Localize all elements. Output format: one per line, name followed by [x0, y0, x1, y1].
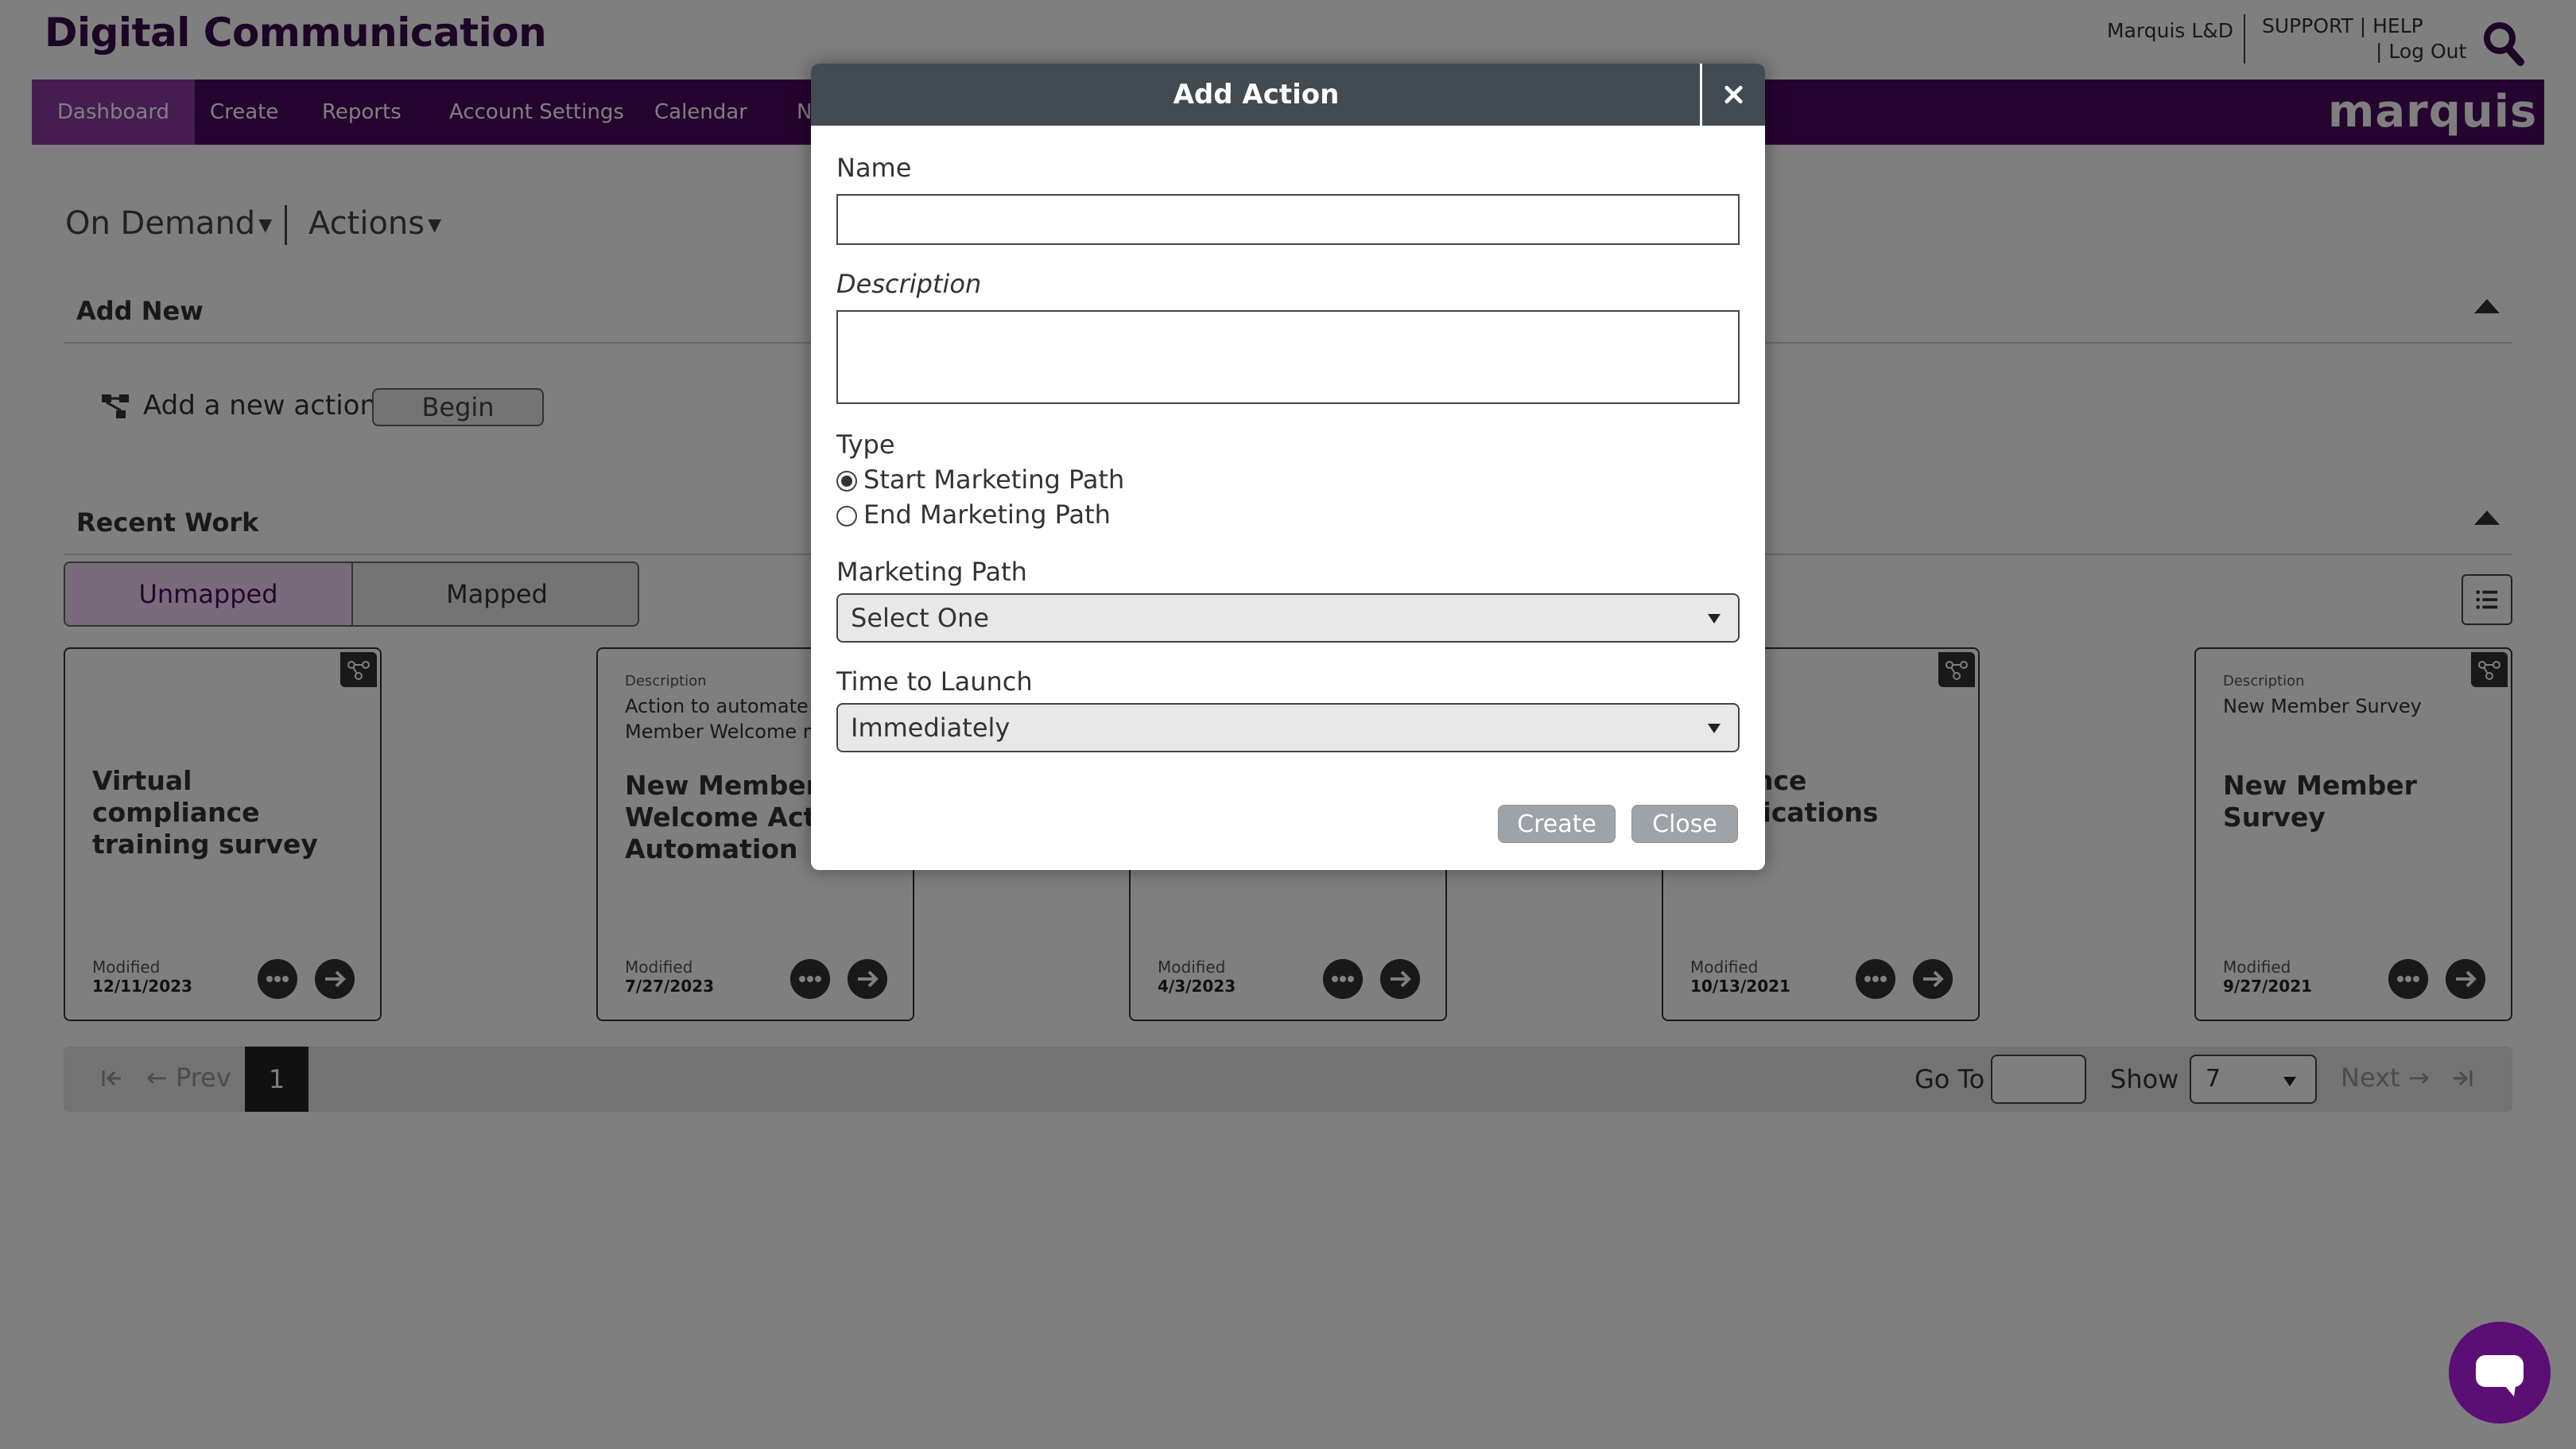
time-to-launch-select[interactable]: Immediately [836, 703, 1740, 752]
name-input[interactable] [836, 194, 1740, 245]
time-to-launch-label: Time to Launch [836, 666, 1033, 697]
type-label: Type [836, 429, 895, 460]
marketing-path-label: Marketing Path [836, 557, 1027, 587]
chevron-down-icon [1708, 724, 1721, 733]
description-label: Description [836, 269, 982, 299]
dialog-header: Add Action [811, 64, 1765, 126]
close-icon[interactable] [1700, 64, 1765, 126]
dialog-title: Add Action [1173, 79, 1340, 111]
end-marketing-path-label: End Marketing Path [863, 499, 1111, 530]
name-label: Name [836, 153, 912, 183]
time-to-launch-value: Immediately [851, 713, 1011, 743]
description-input[interactable] [836, 310, 1740, 404]
close-button[interactable]: Close [1631, 805, 1738, 843]
start-marketing-path-label: Start Marketing Path [863, 464, 1125, 495]
chevron-down-icon [1708, 614, 1721, 623]
start-marketing-path-radio[interactable] [836, 471, 857, 491]
add-action-dialog: Add Action Name Description Type Start M… [811, 64, 1765, 870]
marketing-path-value: Select One [851, 603, 990, 633]
create-button[interactable]: Create [1498, 805, 1616, 843]
marketing-path-select[interactable]: Select One [836, 593, 1740, 643]
end-marketing-path-radio[interactable] [836, 506, 857, 526]
chat-icon[interactable] [2449, 1322, 2551, 1424]
